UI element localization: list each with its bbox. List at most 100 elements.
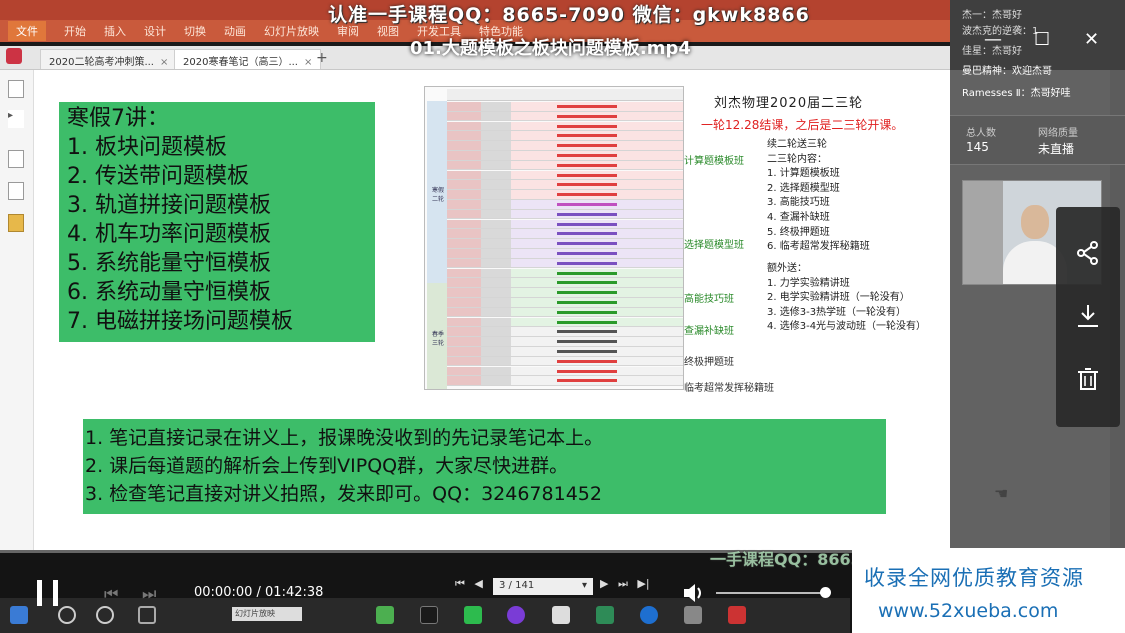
menu-animation[interactable]: 动画 bbox=[224, 23, 246, 39]
plan-line: 6. 临考超常发挥秘籍班 bbox=[767, 241, 870, 253]
table-cell-text-mark bbox=[557, 369, 617, 373]
table-cell-day bbox=[481, 298, 511, 307]
table-cell-text-mark bbox=[557, 105, 617, 108]
ppt-left-toolbar: ▸ bbox=[0, 70, 34, 550]
table-cell-text-mark bbox=[557, 379, 617, 383]
extra-list: 额外送： 1. 力学实验精讲班 2. 电学实验精讲班（一轮没有） 3. 选修3-… bbox=[767, 262, 926, 335]
table-row bbox=[447, 258, 683, 269]
doc-tab-1[interactable]: 2020二轮高考冲刺策... × bbox=[40, 49, 178, 69]
plan-line: 1. 计算题模板班 bbox=[767, 168, 840, 180]
winter-item: 3. 轨道拼接问题模板 bbox=[67, 193, 271, 218]
table-row bbox=[447, 200, 683, 210]
table-cell-day bbox=[481, 160, 511, 170]
cortana-icon[interactable] bbox=[96, 606, 114, 624]
page-icon[interactable] bbox=[8, 150, 24, 168]
prev-page-icon[interactable]: ◀ bbox=[474, 577, 482, 590]
new-tab-icon[interactable]: + bbox=[316, 50, 328, 66]
next-page-icon[interactable]: ▶ bbox=[600, 577, 608, 590]
table-row bbox=[447, 366, 683, 377]
download-icon[interactable] bbox=[1074, 302, 1102, 330]
winter-item: 1. 板块问题模板 bbox=[67, 135, 227, 160]
page-number-box[interactable]: 3 / 141 ▾ bbox=[493, 578, 593, 595]
table-cell-day bbox=[481, 180, 511, 189]
table-cell-date bbox=[447, 337, 481, 346]
winter-item: 7. 电磁拼接场问题模板 bbox=[67, 309, 293, 334]
close-icon[interactable]: × bbox=[160, 57, 168, 68]
side-label: 高能技巧班 bbox=[684, 294, 734, 305]
first-page-icon[interactable]: ⏮ bbox=[455, 577, 465, 590]
extra-line: 3. 选修3-3热学班（一轮没有） bbox=[767, 306, 907, 318]
start-icon[interactable] bbox=[10, 606, 28, 624]
table-cell-text-mark bbox=[557, 134, 617, 138]
menu-insert[interactable]: 插入 bbox=[104, 23, 126, 39]
expand-arrow-icon[interactable]: ▸ bbox=[8, 110, 24, 128]
table-cell-text-mark bbox=[557, 291, 617, 295]
next-icon[interactable]: ⏭ bbox=[142, 584, 156, 604]
side-label: 查漏补缺班 bbox=[684, 326, 734, 337]
copy-icon[interactable] bbox=[8, 182, 24, 200]
note-line: 1. 笔记直接记录在讲义上，报课晚没收到的先记录笔记本上。 bbox=[85, 427, 604, 449]
table-row bbox=[447, 180, 683, 190]
menu-transition[interactable]: 切换 bbox=[184, 23, 206, 39]
total-value: 145 bbox=[966, 140, 989, 154]
table-row bbox=[447, 376, 683, 386]
note-line: 2. 课后每道题的解析会上传到VIPQQ群，大家尽快进群。 bbox=[85, 455, 569, 477]
doc-tab-2[interactable]: 2020寒春笔记（高三）... × bbox=[174, 49, 322, 69]
task-view-icon[interactable] bbox=[138, 606, 156, 624]
end-page-icon[interactable]: ▶| bbox=[637, 577, 649, 590]
table-row bbox=[447, 327, 683, 337]
pause-icon[interactable] bbox=[37, 580, 59, 606]
ppt-status-chip[interactable]: 幻灯片放映 bbox=[232, 607, 302, 621]
note-line: 3. 检查笔记直接对讲义拍照，发来即可。QQ：3246781452 bbox=[85, 483, 602, 505]
close-icon[interactable]: ✕ bbox=[1084, 30, 1099, 50]
side-label: 计算题模板班 bbox=[684, 156, 744, 167]
table-cell-date bbox=[447, 288, 481, 297]
edge-icon[interactable] bbox=[640, 606, 658, 624]
table-cell-day bbox=[481, 190, 511, 199]
app-icon-gray[interactable] bbox=[684, 606, 702, 624]
slides-panel-icon[interactable] bbox=[8, 80, 24, 98]
table-row bbox=[447, 268, 683, 279]
ad-slogan: 收录全网优质教育资源 bbox=[864, 566, 1084, 590]
table-cell-text-mark bbox=[557, 340, 617, 344]
close-icon[interactable]: × bbox=[304, 57, 312, 68]
side-label: 选择题模型班 bbox=[684, 240, 744, 251]
volume-icon[interactable] bbox=[682, 582, 706, 604]
menu-slideshow[interactable]: 幻灯片放映 bbox=[264, 23, 319, 39]
browser-icon[interactable] bbox=[507, 606, 525, 624]
last-page-icon[interactable]: ⏭ bbox=[618, 577, 628, 590]
table-cell-date bbox=[447, 298, 481, 307]
screen: 文件 开始 插入 设计 切换 动画 幻灯片放映 审阅 视图 开发工具 特色功能 … bbox=[0, 0, 1125, 633]
mail-icon[interactable] bbox=[552, 606, 570, 624]
maximize-icon[interactable]: ☐ bbox=[1034, 30, 1050, 50]
qq-penguin-icon[interactable] bbox=[420, 606, 438, 624]
table-cell-text-mark bbox=[557, 310, 617, 314]
table-cell-text-mark bbox=[557, 271, 617, 275]
trash-icon[interactable] bbox=[1074, 365, 1102, 393]
menu-home[interactable]: 开始 bbox=[64, 23, 86, 39]
chevron-down-icon: ▾ bbox=[581, 580, 587, 591]
volume-slider[interactable] bbox=[716, 592, 826, 594]
table-cell-day bbox=[481, 356, 511, 366]
volume-slider-knob[interactable] bbox=[820, 587, 831, 598]
previous-icon[interactable]: ⏮ bbox=[104, 584, 118, 604]
spreadsheet-icon[interactable] bbox=[596, 606, 614, 624]
table-cell-date bbox=[447, 278, 481, 287]
menu-design[interactable]: 设计 bbox=[144, 23, 166, 39]
ppt-taskbar-icon[interactable] bbox=[728, 606, 746, 624]
plan-line: 二三轮内容： bbox=[767, 153, 827, 165]
share-icon[interactable] bbox=[1074, 239, 1102, 267]
app-icon-green[interactable] bbox=[376, 606, 394, 624]
table-cell-date bbox=[447, 160, 481, 170]
plan-line: 5. 终极押题班 bbox=[767, 226, 830, 238]
folder-icon[interactable] bbox=[8, 214, 24, 232]
wechat-icon[interactable] bbox=[464, 606, 482, 624]
search-icon[interactable] bbox=[58, 606, 76, 624]
video-tool-palette bbox=[1056, 207, 1120, 427]
window-controls: — ☐ ✕ bbox=[984, 30, 1114, 52]
menu-file[interactable]: 文件 bbox=[8, 21, 46, 41]
ad-url[interactable]: www.52xueba.com bbox=[878, 600, 1058, 622]
minimize-icon[interactable]: — bbox=[984, 30, 1002, 50]
table-group-a-label: 寒假二轮 bbox=[431, 187, 444, 203]
webcam-person-face bbox=[1021, 205, 1049, 239]
